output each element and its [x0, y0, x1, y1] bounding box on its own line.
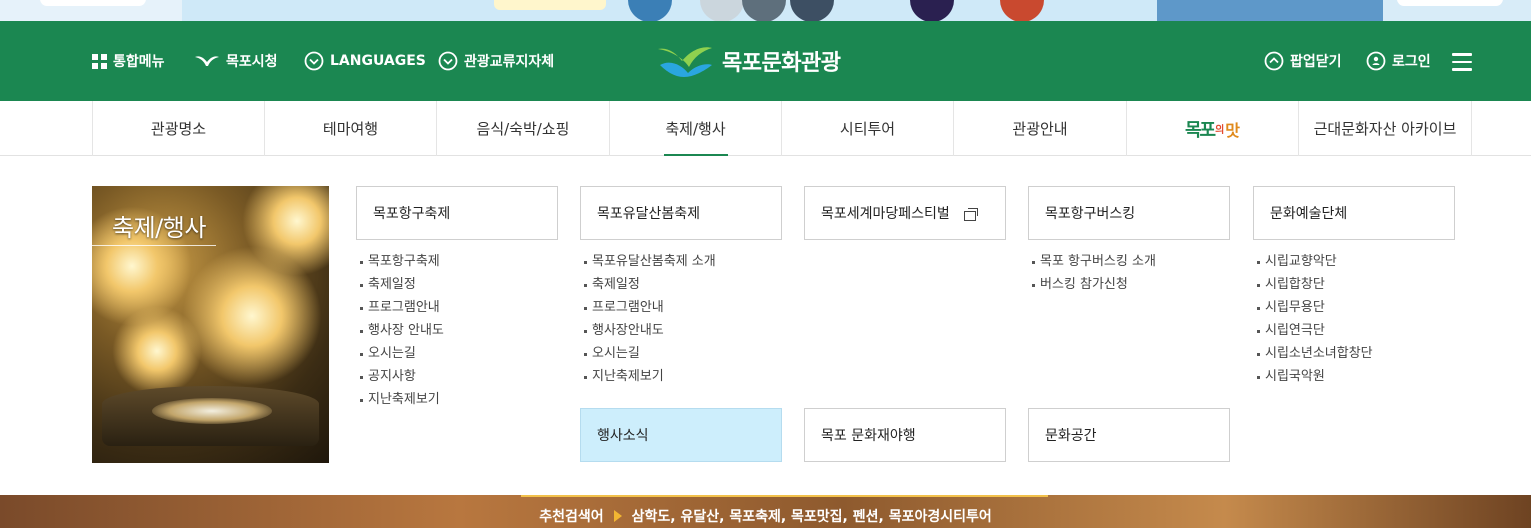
login-link[interactable]: 로그인 — [1366, 51, 1431, 71]
list-item[interactable]: 버스킹 참가신청 — [1028, 273, 1156, 296]
nav-item-city-tour[interactable]: 시티투어 — [781, 101, 953, 156]
list-item[interactable]: 시립무용단 — [1253, 296, 1373, 319]
banner-logo-tag — [494, 0, 606, 10]
nav-item-attractions[interactable]: 관광명소 — [92, 101, 264, 156]
list-item[interactable]: 지난축제보기 — [580, 365, 716, 388]
festival-photo: 축제/행사 — [92, 186, 329, 463]
category-cultural-space[interactable]: 문화공간 — [1028, 408, 1230, 462]
seagull-icon — [195, 56, 219, 66]
list-item[interactable]: 목포유달산봄축제 소개 — [580, 250, 716, 273]
category-yudalsan-spring-festival[interactable]: 목포유달산봄축제 — [580, 186, 782, 240]
brand-logo[interactable]: 목포문화관광 — [656, 43, 841, 79]
chevron-up-circle-icon — [1264, 51, 1284, 71]
chevron-circle-icon — [304, 51, 324, 71]
list-item[interactable]: 오시는길 — [356, 342, 444, 365]
banner-left-panel — [0, 0, 182, 21]
main-nav: 관광명소 테마여행 음식/숙박/쇼핑 축제/행사 시티투어 관광안내 목포 의 … — [0, 101, 1531, 156]
list-item[interactable]: 공지사항 — [356, 365, 444, 388]
triangle-right-icon — [613, 510, 622, 522]
category-world-madang-label: 목포세계마당페스티벌 — [821, 206, 950, 222]
site-header: 통합메뉴 목포시청 LANGUAGES 관광교류지자체 목포문화관광 팝업닫기 … — [0, 21, 1531, 101]
nav-item-modern-archive[interactable]: 근대문화자산 아카이브 — [1298, 101, 1472, 156]
external-link-icon — [963, 207, 978, 221]
list-item[interactable]: 시립소년소녀합창단 — [1253, 342, 1373, 365]
mokpo-logo-icon — [658, 47, 712, 77]
list-item[interactable]: 시립합창단 — [1253, 273, 1373, 296]
nav-item-tourism-info[interactable]: 관광안내 — [953, 101, 1126, 156]
mokpo-city-hall-label: 목포시청 — [226, 54, 278, 70]
sublist-arts-groups: 시립교향악단 시립합창단 시립무용단 시립연극단 시립소년소녀합창단 시립국악원 — [1253, 250, 1373, 388]
hamburger-menu-icon[interactable] — [1452, 53, 1472, 71]
mega-menu-title: 축제/행사 — [112, 214, 206, 242]
category-heritage-night[interactable]: 목포 문화재야행 — [804, 408, 1006, 462]
sublist-mokpo-port-festival: 목포항구축제 축제일정 프로그램안내 행사장 안내도 오시는길 공지사항 지난축… — [356, 250, 444, 411]
mokpo-taste-logo: 목포 의 맛 — [1184, 119, 1241, 141]
nav-item-festivals[interactable]: 축제/행사 — [609, 101, 781, 156]
sublist-port-busking: 목포 항구버스킹 소개 버스킹 참가신청 — [1028, 250, 1156, 296]
nav-item-food-stay-shopping[interactable]: 음식/숙박/쇼핑 — [436, 101, 609, 156]
category-port-busking[interactable]: 목포항구버스킹 — [1028, 186, 1230, 240]
user-circle-icon — [1366, 51, 1386, 71]
list-item[interactable]: 시립연극단 — [1253, 319, 1373, 342]
banner-wave-panel — [1157, 0, 1383, 21]
list-item[interactable]: 시립교향악단 — [1253, 250, 1373, 273]
brand-title: 목포문화관광 — [722, 51, 841, 76]
popup-close-link[interactable]: 팝업닫기 — [1264, 51, 1342, 71]
category-mokpo-port-festival[interactable]: 목포항구축제 — [356, 186, 558, 240]
banner-right-panel — [1383, 0, 1531, 21]
top-banner[interactable] — [0, 0, 1531, 21]
nav-item-mokpo-taste[interactable]: 목포 의 맛 — [1126, 101, 1298, 156]
list-item[interactable]: 지난축제보기 — [356, 388, 444, 411]
popup-close-label: 팝업닫기 — [1290, 54, 1342, 70]
list-item[interactable]: 축제일정 — [580, 273, 716, 296]
nav-item-theme-travel[interactable]: 테마여행 — [264, 101, 436, 156]
recommend-terms[interactable]: 삼학도, 유달산, 목포축제, 목포맛집, 펜션, 목포아경시티투어 — [632, 506, 992, 526]
list-item[interactable]: 행사장안내도 — [580, 319, 716, 342]
list-item[interactable]: 프로그램안내 — [580, 296, 716, 319]
languages-label: LANGUAGES — [330, 53, 426, 69]
integrated-menu-label: 통합메뉴 — [113, 54, 165, 70]
recommend-label: 추천검색어 — [539, 509, 604, 525]
list-item[interactable]: 시립국악원 — [1253, 365, 1373, 388]
mokpo-city-hall-link[interactable]: 목포시청 — [194, 51, 278, 71]
category-world-madang-festival[interactable]: 목포세계마당페스티벌 — [804, 186, 1006, 240]
list-item[interactable]: 행사장 안내도 — [356, 319, 444, 342]
sister-cities-label: 관광교류지자체 — [464, 54, 555, 70]
login-label: 로그인 — [1392, 54, 1431, 70]
recommended-search-bar: 추천검색어 삼학도, 유달산, 목포축제, 목포맛집, 펜션, 목포아경시티투어 — [0, 495, 1531, 528]
sublist-yudalsan-spring-festival: 목포유달산봄축제 소개 축제일정 프로그램안내 행사장안내도 오시는길 지난축제… — [580, 250, 716, 388]
list-item[interactable]: 목포항구축제 — [356, 250, 444, 273]
list-item[interactable]: 프로그램안내 — [356, 296, 444, 319]
grid-icon — [92, 53, 107, 69]
list-item[interactable]: 오시는길 — [580, 342, 716, 365]
sister-cities-link[interactable]: 관광교류지자체 — [438, 51, 554, 71]
list-item[interactable]: 목포 항구버스킹 소개 — [1028, 250, 1156, 273]
languages-link[interactable]: LANGUAGES — [304, 51, 426, 71]
list-item[interactable]: 축제일정 — [356, 273, 444, 296]
category-event-news[interactable]: 행사소식 — [580, 408, 782, 462]
chevron-circle-icon — [438, 51, 458, 71]
integrated-menu-link[interactable]: 통합메뉴 — [92, 51, 165, 71]
category-arts-groups[interactable]: 문화예술단체 — [1253, 186, 1455, 240]
